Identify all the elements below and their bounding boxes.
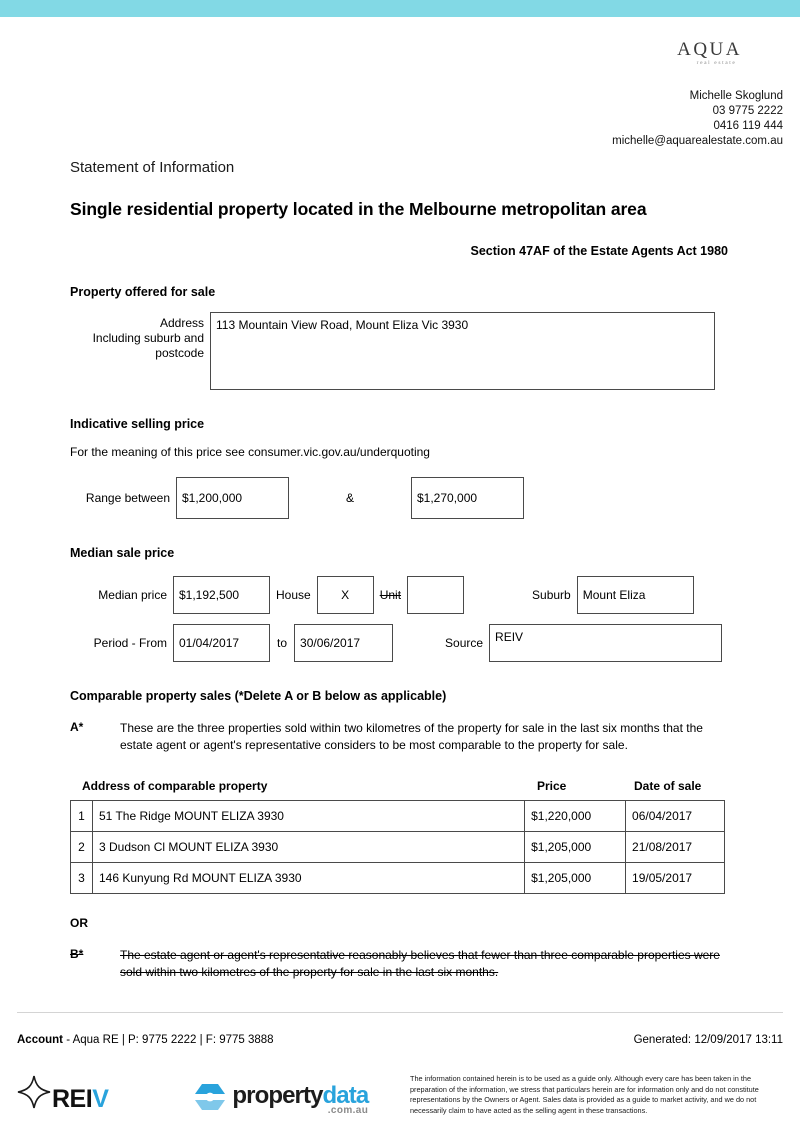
brand-header: AQUA real estate Michelle Skoglund 03 97…	[0, 17, 800, 147]
median-price-field[interactable]: $1,192,500	[173, 576, 270, 614]
legislation-reference: Section 47AF of the Estate Agents Act 19…	[470, 244, 728, 258]
unit-checkbox-field[interactable]	[407, 576, 465, 614]
source-field[interactable]: REIV	[489, 624, 723, 662]
footer-account-line: Account - Aqua RE | P: 9775 2222 | F: 97…	[17, 1034, 783, 1046]
clause-b: B* The estate agent or agent's represent…	[70, 947, 730, 981]
four-point-star-icon	[17, 1075, 51, 1114]
median-period-row: Period - From 01/04/2017 to 30/06/2017 S…	[70, 624, 730, 662]
footer-logos: REIV propertydata .com.au	[17, 1075, 369, 1124]
unit-label: Unit	[379, 588, 402, 602]
clause-b-key: B*	[70, 947, 84, 961]
hexagon-split-icon	[193, 1080, 227, 1119]
column-header-price: Price	[537, 779, 567, 793]
document-body: Statement of Information Single resident…	[0, 159, 800, 981]
range-between-label: Range between	[85, 490, 170, 505]
section-heading-comparable-sales: Comparable property sales (*Delete A or …	[70, 689, 447, 703]
or-separator: OR	[70, 916, 88, 930]
page-title: Single residential property located in t…	[70, 199, 647, 219]
row-price: $1,220,000	[524, 800, 627, 832]
row-date: 19/05/2017	[625, 862, 725, 894]
clause-b-text: The estate agent or agent's representati…	[120, 948, 720, 979]
account-label: Account	[17, 1034, 63, 1046]
generated-timestamp: Generated: 12/09/2017 13:11	[633, 1034, 783, 1046]
row-number: 3	[70, 862, 93, 894]
range-ampersand: &	[345, 491, 354, 505]
aqua-logo: AQUA real estate	[677, 40, 742, 67]
account-info: Account - Aqua RE | P: 9775 2222 | F: 97…	[17, 1034, 274, 1046]
address-field[interactable]: 113 Mountain View Road, Mount Eliza Vic …	[210, 312, 715, 390]
propertydata-wordmark: propertydata .com.au	[232, 1081, 369, 1116]
row-number: 1	[70, 800, 93, 832]
indicative-price-note: For the meaning of this price see consum…	[70, 445, 430, 459]
range-low-field[interactable]: $1,200,000	[176, 477, 289, 519]
house-checkbox-field[interactable]: X	[316, 576, 374, 614]
table-row: 2 3 Dudson Cl MOUNT ELIZA 3930 $1,205,00…	[70, 831, 725, 863]
column-header-address: Address of comparable property	[82, 779, 268, 793]
agent-mobile-phone: 0416 119 444	[713, 120, 784, 132]
agent-name: Michelle Skoglund	[689, 90, 783, 102]
section-heading-property-offered: Property offered for sale	[70, 285, 216, 299]
row-address: 51 The Ridge MOUNT ELIZA 3930	[91, 800, 526, 832]
address-label-line2: Including suburb and	[92, 331, 204, 345]
document-kicker: Statement of Information	[70, 159, 235, 176]
top-accent-bar	[0, 0, 800, 17]
section-heading-median-price: Median sale price	[70, 546, 175, 560]
row-address: 146 Kunyung Rd MOUNT ELIZA 3930	[91, 862, 526, 894]
reiv-accent-letter: V	[92, 1085, 109, 1113]
period-from-field[interactable]: 01/04/2017	[173, 624, 270, 662]
footer-divider	[17, 1012, 783, 1013]
clause-a-key: A*	[70, 720, 84, 734]
propertydata-logo: propertydata .com.au	[193, 1080, 369, 1119]
price-range-row: Range between $1,200,000 & $1,270,000	[70, 477, 730, 519]
house-label: House	[276, 588, 311, 602]
aqua-logo-wordmark: AQUA	[677, 39, 742, 60]
comparable-sales-table: 1 51 The Ridge MOUNT ELIZA 3930 $1,220,0…	[70, 800, 725, 894]
agent-contact-block: Michelle Skoglund 03 9775 2222 0416 119 …	[612, 89, 783, 149]
account-details: - Aqua RE | P: 9775 2222 | F: 9775 3888	[66, 1034, 274, 1046]
reiv-letters: REI	[52, 1085, 93, 1113]
row-date: 06/04/2017	[625, 800, 725, 832]
table-row: 3 146 Kunyung Rd MOUNT ELIZA 3930 $1,205…	[70, 862, 725, 894]
column-header-date: Date of sale	[634, 779, 702, 793]
row-price: $1,205,000	[524, 831, 627, 863]
suburb-field[interactable]: Mount Eliza	[576, 576, 694, 614]
agent-email: michelle@aquarealestate.com.au	[612, 135, 783, 147]
address-label-line3: postcode	[155, 346, 204, 360]
aqua-logo-tagline: real estate	[696, 60, 737, 66]
agent-office-phone: 03 9775 2222	[712, 105, 783, 117]
period-to-field[interactable]: 30/06/2017	[294, 624, 394, 662]
clause-a: A* These are the three properties sold w…	[70, 720, 730, 754]
footer-disclaimer: The information contained herein is to b…	[410, 1074, 759, 1115]
section-heading-indicative-price: Indicative selling price	[70, 417, 205, 431]
row-price: $1,205,000	[524, 862, 627, 894]
median-price-label: Median price	[98, 587, 167, 602]
suburb-label: Suburb	[532, 588, 571, 602]
table-row: 1 51 The Ridge MOUNT ELIZA 3930 $1,220,0…	[70, 800, 725, 832]
period-from-label: Period - From	[93, 635, 167, 650]
row-date: 21/08/2017	[625, 831, 725, 863]
source-label: Source	[445, 636, 484, 650]
propertydata-part1: property	[232, 1081, 323, 1109]
comparable-sales-table-header: Address of comparable property Price Dat…	[70, 779, 730, 793]
address-label-line1: Address	[159, 316, 204, 330]
range-high-field[interactable]: $1,270,000	[411, 477, 524, 519]
period-to-label: to	[277, 636, 288, 650]
reiv-wordmark: REIV	[52, 1085, 109, 1113]
address-field-row: Address Including suburb and postcode 11…	[70, 312, 730, 390]
address-label: Address Including suburb and postcode	[70, 312, 210, 361]
reiv-logo: REIV	[17, 1075, 109, 1124]
row-number: 2	[70, 831, 93, 863]
median-price-row: Median price $1,192,500 House X Unit Sub…	[70, 576, 730, 614]
row-address: 3 Dudson Cl MOUNT ELIZA 3930	[91, 831, 526, 863]
clause-a-text: These are the three properties sold with…	[120, 721, 703, 752]
document-page: AQUA real estate Michelle Skoglund 03 97…	[0, 17, 800, 981]
